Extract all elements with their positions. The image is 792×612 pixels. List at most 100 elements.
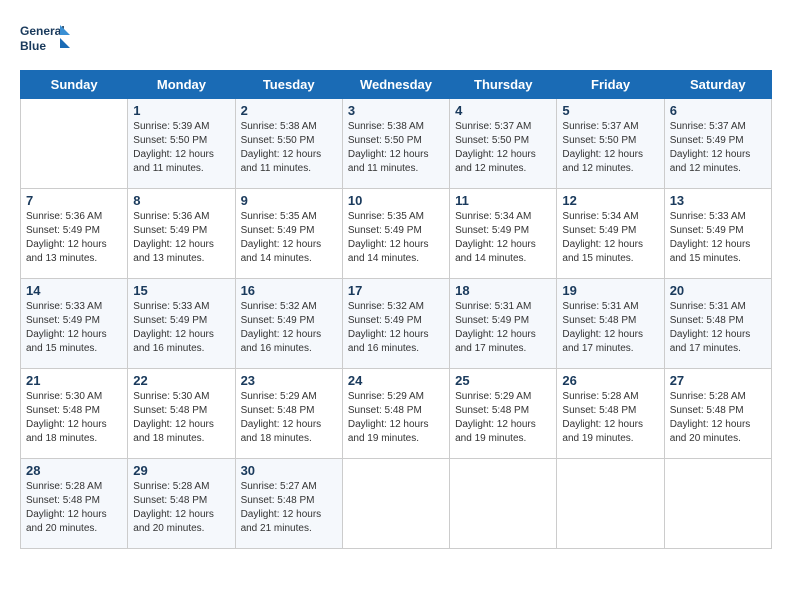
calendar-cell	[557, 459, 664, 549]
day-number: 14	[26, 283, 122, 298]
day-info: Sunrise: 5:37 AM Sunset: 5:50 PM Dayligh…	[562, 120, 658, 176]
day-info: Sunrise: 5:34 AM Sunset: 5:49 PM Dayligh…	[455, 210, 551, 266]
calendar-cell: 16 Sunrise: 5:32 AM Sunset: 5:49 PM Dayli…	[235, 279, 342, 369]
day-number: 28	[26, 463, 122, 478]
day-info: Sunrise: 5:36 AM Sunset: 5:49 PM Dayligh…	[133, 210, 229, 266]
weekday-header-tuesday: Tuesday	[235, 71, 342, 99]
day-number: 13	[670, 193, 766, 208]
calendar-cell: 26 Sunrise: 5:28 AM Sunset: 5:48 PM Dayli…	[557, 369, 664, 459]
calendar-cell: 27 Sunrise: 5:28 AM Sunset: 5:48 PM Dayli…	[664, 369, 771, 459]
calendar-cell: 20 Sunrise: 5:31 AM Sunset: 5:48 PM Dayli…	[664, 279, 771, 369]
day-info: Sunrise: 5:29 AM Sunset: 5:48 PM Dayligh…	[348, 390, 444, 446]
day-number: 26	[562, 373, 658, 388]
weekday-header-thursday: Thursday	[450, 71, 557, 99]
day-number: 16	[241, 283, 337, 298]
calendar-cell	[21, 99, 128, 189]
calendar-cell	[664, 459, 771, 549]
day-number: 19	[562, 283, 658, 298]
day-number: 20	[670, 283, 766, 298]
day-info: Sunrise: 5:31 AM Sunset: 5:48 PM Dayligh…	[562, 300, 658, 356]
calendar-cell: 17Sunrise: 5:32 AM Sunset: 5:49 PM Dayli…	[342, 279, 449, 369]
logo-svg: General Blue	[20, 20, 70, 60]
weekday-header-friday: Friday	[557, 71, 664, 99]
calendar-cell: 14 Sunrise: 5:33 AM Sunset: 5:49 PM Dayli…	[21, 279, 128, 369]
calendar-cell: 12 Sunrise: 5:34 AM Sunset: 5:49 PM Dayli…	[557, 189, 664, 279]
calendar-cell: 11Sunrise: 5:34 AM Sunset: 5:49 PM Dayli…	[450, 189, 557, 279]
day-info: Sunrise: 5:38 AM Sunset: 5:50 PM Dayligh…	[348, 120, 444, 176]
calendar-cell: 1 Sunrise: 5:39 AM Sunset: 5:50 PM Daylig…	[128, 99, 235, 189]
calendar-week-3: 14 Sunrise: 5:33 AM Sunset: 5:49 PM Dayli…	[21, 279, 772, 369]
day-info: Sunrise: 5:28 AM Sunset: 5:48 PM Dayligh…	[26, 480, 122, 536]
day-info: Sunrise: 5:32 AM Sunset: 5:49 PM Dayligh…	[348, 300, 444, 356]
calendar-cell: 28 Sunrise: 5:28 AM Sunset: 5:48 PM Dayli…	[21, 459, 128, 549]
day-number: 12	[562, 193, 658, 208]
day-info: Sunrise: 5:31 AM Sunset: 5:48 PM Dayligh…	[670, 300, 766, 356]
calendar-cell	[450, 459, 557, 549]
day-info: Sunrise: 5:32 AM Sunset: 5:49 PM Dayligh…	[241, 300, 337, 356]
day-number: 1	[133, 103, 229, 118]
calendar-cell: 4 Sunrise: 5:37 AM Sunset: 5:50 PM Daylig…	[450, 99, 557, 189]
day-info: Sunrise: 5:33 AM Sunset: 5:49 PM Dayligh…	[26, 300, 122, 356]
day-number: 27	[670, 373, 766, 388]
weekday-header-wednesday: Wednesday	[342, 71, 449, 99]
day-info: Sunrise: 5:29 AM Sunset: 5:48 PM Dayligh…	[455, 390, 551, 446]
calendar-week-4: 21 Sunrise: 5:30 AM Sunset: 5:48 PM Dayli…	[21, 369, 772, 459]
calendar-cell: 21 Sunrise: 5:30 AM Sunset: 5:48 PM Dayli…	[21, 369, 128, 459]
day-number: 23	[241, 373, 337, 388]
calendar-cell: 25 Sunrise: 5:29 AM Sunset: 5:48 PM Dayli…	[450, 369, 557, 459]
logo: General Blue	[20, 20, 70, 60]
day-info: Sunrise: 5:37 AM Sunset: 5:50 PM Dayligh…	[455, 120, 551, 176]
day-info: Sunrise: 5:33 AM Sunset: 5:49 PM Dayligh…	[133, 300, 229, 356]
day-number: 8	[133, 193, 229, 208]
day-info: Sunrise: 5:39 AM Sunset: 5:50 PM Dayligh…	[133, 120, 229, 176]
calendar-cell: 15Sunrise: 5:33 AM Sunset: 5:49 PM Dayli…	[128, 279, 235, 369]
calendar-cell: 8 Sunrise: 5:36 AM Sunset: 5:49 PM Daylig…	[128, 189, 235, 279]
calendar-cell: 3 Sunrise: 5:38 AM Sunset: 5:50 PM Daylig…	[342, 99, 449, 189]
calendar-cell: 2 Sunrise: 5:38 AM Sunset: 5:50 PM Daylig…	[235, 99, 342, 189]
day-number: 10	[348, 193, 444, 208]
calendar-week-2: 7 Sunrise: 5:36 AM Sunset: 5:49 PM Daylig…	[21, 189, 772, 279]
calendar-table: SundayMondayTuesdayWednesdayThursdayFrid…	[20, 70, 772, 549]
day-number: 4	[455, 103, 551, 118]
calendar-cell: 7 Sunrise: 5:36 AM Sunset: 5:49 PM Daylig…	[21, 189, 128, 279]
calendar-cell: 23 Sunrise: 5:29 AM Sunset: 5:48 PM Dayli…	[235, 369, 342, 459]
day-info: Sunrise: 5:30 AM Sunset: 5:48 PM Dayligh…	[133, 390, 229, 446]
page-header: General Blue	[20, 20, 772, 60]
day-number: 7	[26, 193, 122, 208]
calendar-week-5: 28 Sunrise: 5:28 AM Sunset: 5:48 PM Dayli…	[21, 459, 772, 549]
weekday-header-sunday: Sunday	[21, 71, 128, 99]
day-number: 3	[348, 103, 444, 118]
day-number: 22	[133, 373, 229, 388]
day-info: Sunrise: 5:35 AM Sunset: 5:49 PM Dayligh…	[241, 210, 337, 266]
calendar-cell: 6 Sunrise: 5:37 AM Sunset: 5:49 PM Daylig…	[664, 99, 771, 189]
day-info: Sunrise: 5:36 AM Sunset: 5:49 PM Dayligh…	[26, 210, 122, 266]
day-info: Sunrise: 5:37 AM Sunset: 5:49 PM Dayligh…	[670, 120, 766, 176]
day-info: Sunrise: 5:29 AM Sunset: 5:48 PM Dayligh…	[241, 390, 337, 446]
day-number: 6	[670, 103, 766, 118]
calendar-cell: 10 Sunrise: 5:35 AM Sunset: 5:49 PM Dayli…	[342, 189, 449, 279]
day-number: 21	[26, 373, 122, 388]
calendar-cell: 22 Sunrise: 5:30 AM Sunset: 5:48 PM Dayli…	[128, 369, 235, 459]
day-info: Sunrise: 5:30 AM Sunset: 5:48 PM Dayligh…	[26, 390, 122, 446]
day-number: 30	[241, 463, 337, 478]
weekday-header-monday: Monday	[128, 71, 235, 99]
day-number: 2	[241, 103, 337, 118]
day-number: 5	[562, 103, 658, 118]
day-info: Sunrise: 5:35 AM Sunset: 5:49 PM Dayligh…	[348, 210, 444, 266]
calendar-cell: 5 Sunrise: 5:37 AM Sunset: 5:50 PM Daylig…	[557, 99, 664, 189]
day-info: Sunrise: 5:33 AM Sunset: 5:49 PM Dayligh…	[670, 210, 766, 266]
day-number: 25	[455, 373, 551, 388]
day-info: Sunrise: 5:28 AM Sunset: 5:48 PM Dayligh…	[670, 390, 766, 446]
day-info: Sunrise: 5:28 AM Sunset: 5:48 PM Dayligh…	[562, 390, 658, 446]
calendar-cell: 30 Sunrise: 5:27 AM Sunset: 5:48 PM Dayli…	[235, 459, 342, 549]
day-number: 18	[455, 283, 551, 298]
day-info: Sunrise: 5:28 AM Sunset: 5:48 PM Dayligh…	[133, 480, 229, 536]
calendar-cell: 9 Sunrise: 5:35 AM Sunset: 5:49 PM Daylig…	[235, 189, 342, 279]
day-number: 9	[241, 193, 337, 208]
calendar-cell: 13 Sunrise: 5:33 AM Sunset: 5:49 PM Dayli…	[664, 189, 771, 279]
day-info: Sunrise: 5:27 AM Sunset: 5:48 PM Dayligh…	[241, 480, 337, 536]
weekday-header-row: SundayMondayTuesdayWednesdayThursdayFrid…	[21, 71, 772, 99]
day-info: Sunrise: 5:34 AM Sunset: 5:49 PM Dayligh…	[562, 210, 658, 266]
weekday-header-saturday: Saturday	[664, 71, 771, 99]
day-info: Sunrise: 5:38 AM Sunset: 5:50 PM Dayligh…	[241, 120, 337, 176]
